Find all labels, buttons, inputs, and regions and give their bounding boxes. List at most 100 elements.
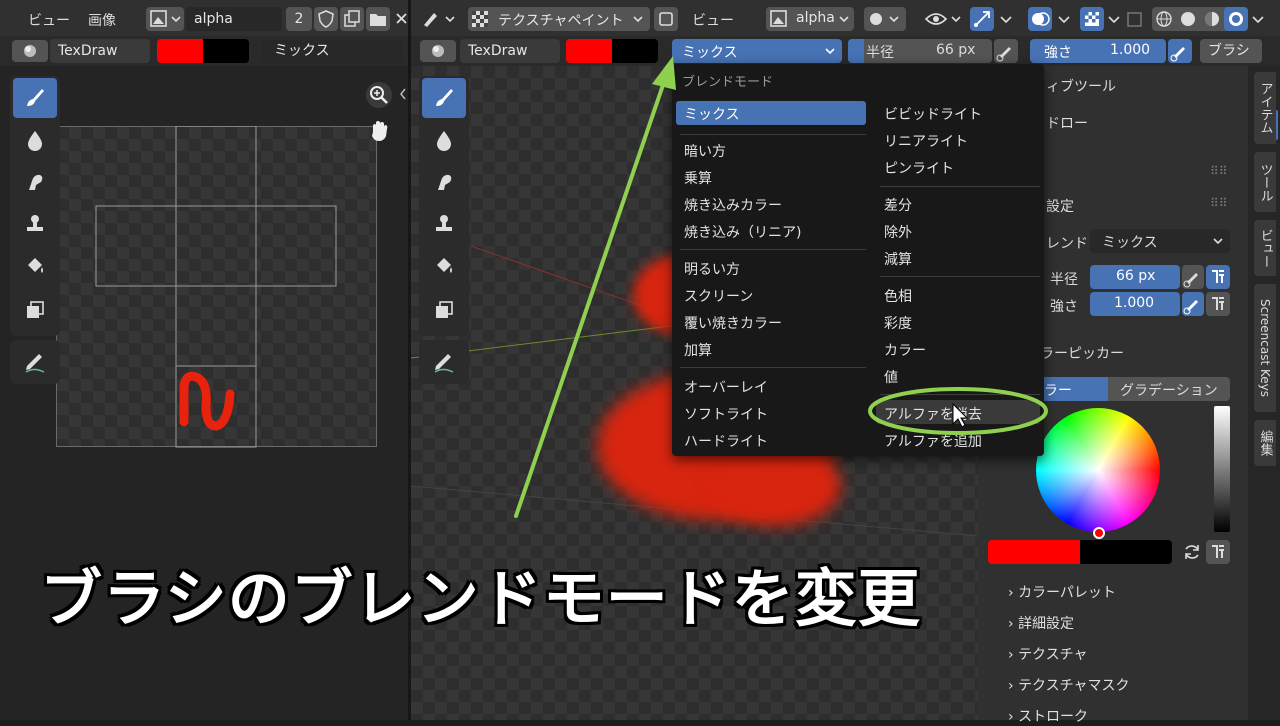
visibility-eye-button[interactable]: [922, 7, 966, 31]
mode-selector[interactable]: テクスチャペイント: [468, 7, 650, 31]
radius-pressure-button[interactable]: [994, 39, 1018, 63]
blend-option-add[interactable]: 加算: [684, 340, 712, 360]
chevron-left-icon[interactable]: [398, 86, 408, 102]
drag-handle-dots-2[interactable]: ⠿⠿: [1210, 196, 1228, 210]
sidebar-radius-unit-toggle[interactable]: [1206, 265, 1230, 289]
sidebar-secondary-swatch[interactable]: [1080, 540, 1172, 564]
smear-tool-button[interactable]: [13, 162, 57, 202]
blend-option-color[interactable]: カラー: [884, 340, 926, 360]
fill-tool-button[interactable]: [13, 246, 57, 286]
fake-user-shield-icon[interactable]: [314, 7, 338, 31]
annotate-tool-button[interactable]: [13, 342, 57, 382]
clone-tool-button[interactable]: [13, 204, 57, 244]
vp-smear-tool[interactable]: [422, 162, 466, 202]
blend-option-difference[interactable]: 差分: [884, 195, 912, 215]
wireframe-shading-button[interactable]: [1152, 7, 1176, 31]
solid-shading-button[interactable]: [1176, 7, 1200, 31]
section-stroke[interactable]: › ストローク: [1008, 706, 1088, 726]
blend-option-darken[interactable]: 暗い方: [684, 141, 726, 161]
close-icon[interactable]: [394, 8, 408, 30]
blend-option-linear-burn[interactable]: 焼き込み（リニア): [684, 222, 801, 242]
drag-handle-dots-1[interactable]: ⠿⠿: [1210, 164, 1228, 178]
sidebar-radius-pressure[interactable]: [1182, 265, 1204, 289]
gizmo-toggle-button[interactable]: [970, 7, 994, 31]
blend-option-hue[interactable]: 色相: [884, 286, 912, 306]
vp-soften-tool[interactable]: [422, 120, 466, 160]
blend-option-screen[interactable]: スクリーン: [684, 286, 753, 306]
sidebar-radius-slider[interactable]: 66 px: [1090, 265, 1180, 289]
color-unit-toggle[interactable]: [1206, 540, 1230, 564]
section-texture[interactable]: › テクスチャ: [1008, 644, 1088, 664]
gradient-tab[interactable]: グラデーション: [1108, 377, 1230, 401]
mask-tool-button[interactable]: [13, 290, 57, 330]
overlay-toggle-button[interactable]: [654, 7, 678, 31]
sidebar-strength-unit-toggle[interactable]: [1206, 292, 1230, 316]
overlays-toggle-button[interactable]: [1028, 7, 1052, 31]
menu-view[interactable]: ビュー: [28, 10, 70, 30]
color-wheel[interactable]: [1036, 408, 1160, 532]
section-advanced[interactable]: › 詳細設定: [1008, 613, 1074, 633]
blend-option-subtract[interactable]: 減算: [884, 249, 912, 269]
strength-slider[interactable]: 強さ 1.000: [1030, 39, 1166, 63]
tab-item[interactable]: アイテム: [1254, 72, 1276, 144]
blend-option-lighten[interactable]: 明るい方: [684, 259, 740, 279]
vp-clone-tool[interactable]: [422, 204, 466, 244]
shading-dot-button[interactable]: [864, 7, 906, 31]
tab-tool[interactable]: ツール: [1254, 152, 1276, 212]
sidebar-strength-pressure[interactable]: [1182, 292, 1204, 316]
menu-image[interactable]: 画像: [88, 10, 116, 30]
viewport-brush-name[interactable]: TexDraw: [460, 39, 560, 63]
brush-secondary-color-swatch[interactable]: [203, 39, 249, 63]
radius-slider[interactable]: 半径 66 px: [848, 39, 992, 63]
section-texture-mask[interactable]: › テクスチャマスク: [1008, 675, 1130, 695]
tab-edit[interactable]: 編集: [1254, 420, 1276, 466]
value-slider[interactable]: [1214, 406, 1230, 532]
brush-name-field[interactable]: TexDraw: [50, 39, 150, 63]
blend-mode-field[interactable]: ミックス: [262, 39, 402, 63]
viewport-brush-preview[interactable]: [420, 40, 456, 62]
zoom-icon[interactable]: [366, 82, 392, 108]
viewport-blend-dropdown[interactable]: ミックス: [672, 39, 842, 63]
duplicate-icon[interactable]: [340, 7, 364, 31]
gizmo-dropdown[interactable]: [996, 7, 1016, 31]
xray-toggle-button[interactable]: [1080, 7, 1104, 31]
image-name-field[interactable]: alpha: [186, 7, 282, 31]
shading-dropdown[interactable]: [1250, 7, 1266, 31]
blend-option-pin-light[interactable]: ピンライト: [884, 158, 954, 178]
pan-hand-icon[interactable]: [366, 118, 392, 144]
soften-tool-button[interactable]: [13, 120, 57, 160]
brush-color-swatch[interactable]: [157, 39, 203, 63]
sidebar-strength-slider[interactable]: 1.000: [1090, 292, 1180, 316]
blend-option-value[interactable]: 値: [884, 367, 898, 387]
blend-option-soft-light[interactable]: ソフトライト: [684, 404, 768, 424]
xray-dropdown[interactable]: [1106, 7, 1122, 31]
blend-option-color-dodge[interactable]: 覆い焼きカラー: [684, 313, 782, 333]
image-browse-button[interactable]: [146, 7, 184, 31]
blend-option-add-alpha[interactable]: アルファを追加: [884, 431, 982, 451]
vp-mask-tool[interactable]: [422, 290, 466, 330]
draw-tool-button[interactable]: [13, 78, 57, 118]
vp-draw-tool[interactable]: [422, 78, 466, 118]
swap-colors-icon[interactable]: [1180, 540, 1204, 564]
sidebar-blend-dropdown[interactable]: ミックス: [1090, 229, 1230, 253]
blend-option-exclusion[interactable]: 除外: [884, 222, 912, 242]
section-color-palette[interactable]: › カラーパレット: [1008, 582, 1116, 602]
blend-option-multiply[interactable]: 乗算: [684, 168, 712, 188]
blend-option-saturation[interactable]: 彩度: [884, 313, 912, 333]
blend-option-vivid-light[interactable]: ビビッドライト: [884, 104, 982, 124]
blend-option-overlay[interactable]: オーバーレイ: [684, 377, 768, 397]
blend-option-color-burn[interactable]: 焼き込みカラー: [684, 195, 782, 215]
viewport-secondary-swatch[interactable]: [612, 39, 658, 63]
overlays-dropdown[interactable]: [1054, 7, 1074, 31]
folder-icon[interactable]: [366, 7, 390, 31]
brush-preview-icon[interactable]: [12, 40, 48, 62]
color-tab[interactable]: ラー: [1040, 377, 1108, 401]
brush-menu[interactable]: ブラシ: [1200, 39, 1262, 63]
vp-annotate-tool[interactable]: [422, 342, 466, 382]
vp-fill-tool[interactable]: [422, 246, 466, 286]
image-users-count[interactable]: 2: [286, 7, 312, 31]
color-wheel-cursor[interactable]: [1093, 527, 1105, 539]
strength-pressure-button[interactable]: [1168, 39, 1192, 63]
blend-option-hard-light[interactable]: ハードライト: [684, 431, 768, 451]
tab-view[interactable]: ビュー: [1254, 220, 1276, 276]
